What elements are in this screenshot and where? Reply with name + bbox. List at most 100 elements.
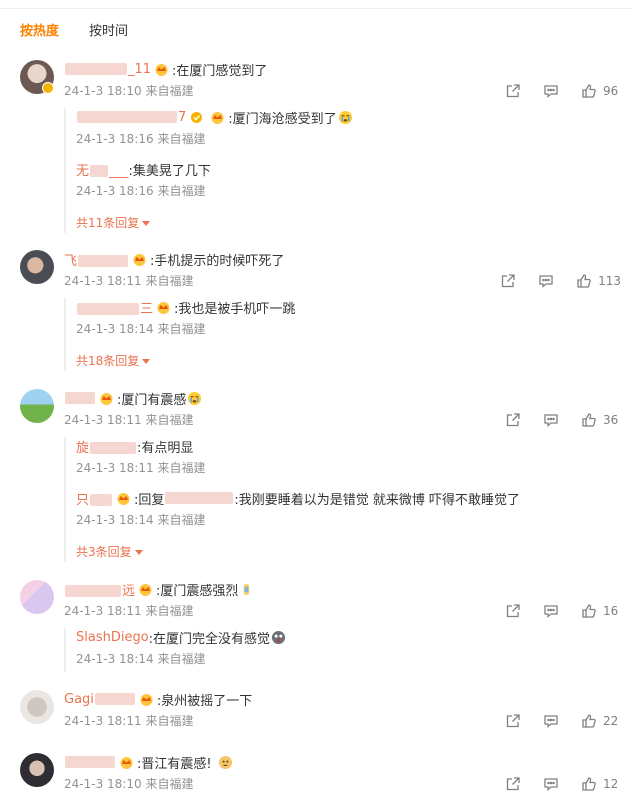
share-icon[interactable] (505, 603, 521, 619)
comment-username[interactable]: 飞 (64, 250, 129, 269)
avatar[interactable] (20, 250, 54, 284)
more-replies-link[interactable]: 共11条回复 (76, 214, 151, 231)
like-count: 96 (603, 84, 619, 98)
reply-text: :回复 (134, 492, 165, 508)
chevron-down-icon (134, 550, 143, 555)
like-count: 16 (603, 604, 619, 618)
tab-sort-by-time[interactable]: 按时间 (89, 24, 128, 42)
comment-icon[interactable] (543, 412, 559, 428)
share-icon[interactable] (505, 83, 521, 99)
reply-box: 三 :我也是被手机吓一跳 24-1-3 18:14 来自福建 共18条回复 (64, 298, 624, 371)
like-count: 36 (603, 413, 619, 427)
reply-source: 来自福建 (157, 461, 206, 475)
comment-username[interactable]: _11 (64, 62, 151, 77)
comment-actions: 36 (505, 412, 621, 428)
share-icon[interactable] (505, 412, 521, 428)
comment-meta: 24-1-3 18:11 来自福建 (64, 411, 193, 428)
more-replies-link[interactable]: 共18条回复 (76, 352, 151, 369)
avatar[interactable] (20, 753, 54, 787)
comment-text: :手机提示的时候吓死了 (150, 253, 285, 269)
comment-icon[interactable] (543, 713, 559, 729)
crown-badge-icon (157, 301, 170, 314)
reply-source: 来自福建 (157, 184, 206, 198)
doge-emoji-icon (218, 755, 232, 769)
reply-source: 来自福建 (157, 652, 206, 666)
reply-meta: 24-1-3 18:16 来自福建 (76, 130, 205, 147)
reply-text: :我也是被手机吓一跳 (174, 301, 296, 317)
chevron-down-icon (142, 359, 151, 364)
comment-time: 24-1-3 18:11 (64, 604, 142, 618)
reply-meta: 24-1-3 18:16 来自福建 (76, 182, 205, 199)
comment-actions: 96 (505, 83, 621, 99)
comment-icon[interactable] (543, 776, 559, 792)
reply-mention[interactable] (164, 491, 234, 506)
share-icon[interactable] (505, 776, 521, 792)
comment-time: 24-1-3 18:10 (64, 777, 142, 791)
reply-meta: 24-1-3 18:14 来自福建 (76, 320, 205, 337)
tab-sort-by-hot[interactable]: 按热度 (20, 24, 59, 42)
crown-badge-icon (139, 583, 152, 596)
comment-meta: 24-1-3 18:10 来自福建 (64, 775, 193, 792)
comment-source: 来自福建 (145, 604, 194, 618)
comment-source: 来自福建 (145, 84, 194, 98)
like-icon[interactable] (581, 776, 597, 792)
share-icon[interactable] (505, 713, 521, 729)
reply-username[interactable]: 只 (76, 489, 113, 508)
reply-time: 24-1-3 18:11 (76, 461, 154, 475)
more-replies-link[interactable]: 共3条回复 (76, 543, 143, 560)
crown-badge-icon (117, 492, 130, 505)
comment-meta: 24-1-3 18:11 来自福建 (64, 602, 193, 619)
comment-actions: 22 (505, 713, 621, 729)
comment-username[interactable]: Gagi (64, 692, 136, 707)
comment-meta: 24-1-3 18:10 来自福建 (64, 82, 193, 99)
comment-text: :在厦门感觉到了 (172, 63, 268, 79)
reply-time: 24-1-3 18:16 (76, 132, 154, 146)
avatar[interactable] (20, 690, 54, 724)
like-icon[interactable] (581, 713, 597, 729)
avatar[interactable] (20, 389, 54, 423)
reply-box: 7 :厦门海沧感受到了 24-1-3 18:16 来自福建 无 ___ :集美晃了… (64, 108, 624, 233)
share-icon[interactable] (500, 273, 516, 289)
reply-text-continued: :我刚要睡着以为是错觉 就来微博 吓得不敢睡觉了 (234, 492, 521, 508)
avatar[interactable] (20, 580, 54, 614)
comment-source: 来自福建 (145, 274, 194, 288)
reply-source: 来自福建 (157, 513, 206, 527)
reply-meta: 24-1-3 18:14 来自福建 (76, 650, 205, 667)
reply-time: 24-1-3 18:14 (76, 513, 154, 527)
comment-actions: 113 (500, 273, 621, 289)
like-count: 113 (598, 274, 621, 288)
comment-source: 来自福建 (145, 777, 194, 791)
comment-source: 来自福建 (145, 714, 194, 728)
reply-username[interactable]: 7 (76, 110, 186, 125)
comment-actions: 16 (505, 603, 621, 619)
reply-box: 旋 :有点明显 24-1-3 18:11 来自福建 只 :回复 :我刚要睡着以为… (64, 437, 624, 562)
verified-badge-icon (191, 111, 203, 123)
comment-icon[interactable] (543, 603, 559, 619)
comment-time: 24-1-3 18:11 (64, 274, 142, 288)
reply-time: 24-1-3 18:14 (76, 322, 154, 336)
reply-meta: 24-1-3 18:14 来自福建 (76, 511, 205, 528)
like-icon[interactable] (576, 273, 592, 289)
comment-meta: 24-1-3 18:11 来自福建 (64, 712, 193, 729)
reply-text: :有点明显 (137, 440, 194, 456)
comment-username[interactable] (64, 755, 116, 770)
reply-username[interactable]: SlashDiego (76, 630, 149, 645)
comment-actions: 12 (505, 776, 621, 792)
like-icon[interactable] (581, 603, 597, 619)
crown-badge-icon (140, 693, 153, 706)
shocked-emoji-icon (272, 630, 286, 644)
doge-emoji-icon (244, 583, 250, 595)
reply-username[interactable]: 三 (76, 298, 153, 317)
reply-username[interactable]: 无 ___ (76, 160, 129, 179)
crown-badge-icon (133, 253, 146, 266)
comment-username[interactable]: 远 (64, 580, 135, 599)
comment-icon[interactable] (538, 273, 554, 289)
like-icon[interactable] (581, 412, 597, 428)
reply-box: SlashDiego :在厦门完全没有感觉 24-1-3 18:14 来自福建 (64, 628, 624, 672)
like-icon[interactable] (581, 83, 597, 99)
comment-username[interactable] (64, 391, 96, 406)
comment-icon[interactable] (543, 83, 559, 99)
verified-badge-icon (42, 82, 54, 94)
reply-username[interactable]: 旋 (76, 437, 137, 456)
like-count: 12 (603, 777, 619, 791)
